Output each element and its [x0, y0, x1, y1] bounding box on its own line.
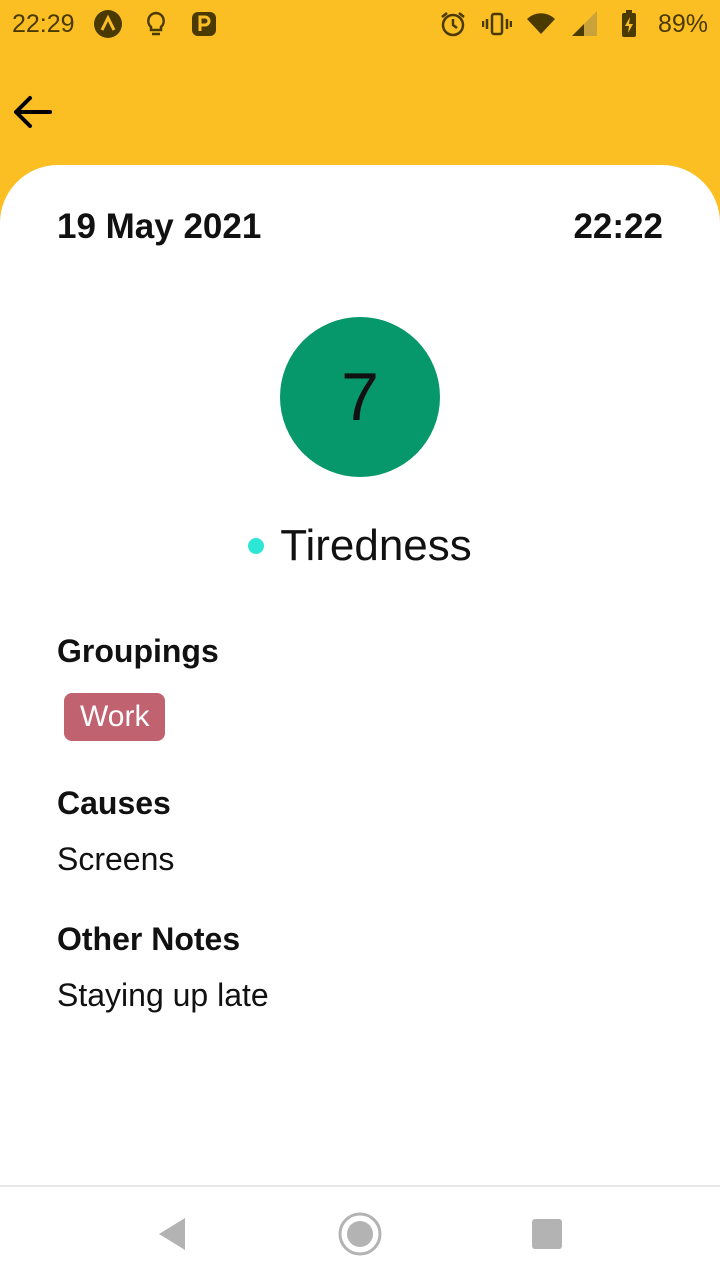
entry-time: 22:22 — [573, 207, 663, 246]
symptom-row: Tiredness — [0, 521, 720, 571]
symptom-name: Tiredness — [280, 521, 472, 570]
system-nav-bar — [0, 1185, 720, 1280]
nav-back-button[interactable] — [141, 1202, 205, 1266]
notes-title: Other Notes — [57, 921, 241, 957]
nav-recents-button[interactable] — [515, 1202, 579, 1266]
app-bar — [0, 48, 720, 168]
status-bar: 22:29 89% — [0, 0, 720, 48]
groupings-title: Groupings — [57, 633, 219, 669]
back-button[interactable] — [4, 84, 60, 140]
nav-home-button[interactable] — [328, 1202, 392, 1266]
entry-date: 19 May 2021 — [57, 207, 262, 246]
notes-value: Staying up late — [57, 977, 269, 1013]
signal-icon — [570, 9, 600, 39]
alarm-icon — [438, 9, 468, 39]
lightbulb-icon — [141, 9, 171, 39]
entry-detail-card: 19 May 2021 22:22 7 Tiredness Groupings … — [0, 165, 720, 1185]
square-recents-icon — [531, 1218, 562, 1249]
score-circle: 7 — [280, 317, 440, 477]
battery-percent: 89% — [657, 9, 708, 38]
symptom-color-dot — [248, 538, 265, 554]
causes-title: Causes — [57, 785, 171, 821]
app-a-icon — [93, 9, 123, 39]
parking-icon — [189, 9, 219, 39]
circle-home-icon — [338, 1212, 382, 1255]
grouping-tag: Work — [64, 693, 166, 741]
status-right: 89% — [438, 9, 708, 39]
battery-charging-icon — [614, 9, 644, 39]
causes-value: Screens — [57, 841, 175, 877]
status-time: 22:29 — [12, 9, 75, 38]
score-value: 7 — [341, 359, 379, 435]
arrow-left-icon — [14, 96, 52, 128]
status-left: 22:29 — [12, 9, 219, 39]
date-time-row: 19 May 2021 22:22 — [57, 207, 663, 247]
wifi-icon — [526, 9, 556, 39]
triangle-back-icon — [159, 1217, 186, 1250]
vibrate-icon — [481, 9, 512, 39]
